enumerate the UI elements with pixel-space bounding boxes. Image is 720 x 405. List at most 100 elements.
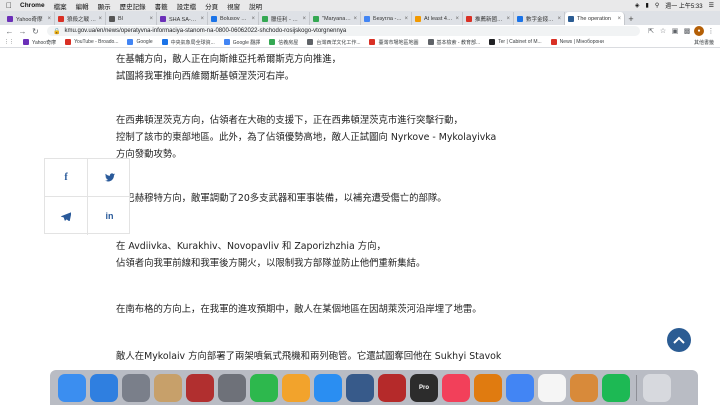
scroll-to-top-button[interactable] [667, 328, 691, 352]
address-url: kmu.gov.ua/en/news/operatyvna-informaciy… [64, 28, 347, 34]
photos-icon[interactable] [538, 373, 566, 402]
linkedin-share-button[interactable]: in [88, 197, 131, 235]
more-menu-icon[interactable]: ⋮ [706, 26, 716, 36]
tab-close-icon[interactable]: × [96, 16, 102, 22]
menu-clock[interactable]: 週一 上午5:33 [665, 1, 702, 10]
browser-tab[interactable]: 臘佳利 - Google× [259, 12, 310, 25]
final-cut-pro-icon[interactable]: Pro [410, 373, 438, 402]
bookmark-item[interactable]: Ter | Cabinet of M... [489, 39, 542, 45]
share-page-icon[interactable]: ⇱ [646, 26, 656, 36]
tab-close-icon[interactable]: × [504, 16, 510, 22]
pages-icon[interactable] [282, 373, 310, 402]
bookmark-favicon-icon [307, 39, 314, 45]
bookmark-item[interactable]: 台灣西洋文化工作... [307, 39, 360, 46]
bookmark-label: Ter | Cabinet of M... [498, 39, 542, 45]
article-page: 在基輔方向，敵人正在向斯維亞托希爾斯克方向推進， 試圖將我軍推向西維爾斯基頓涅茨… [0, 48, 720, 370]
apps-grid-icon[interactable]: ⋮⋮ [4, 39, 14, 45]
bookmark-item[interactable]: Google 翻譯 [223, 39, 260, 46]
menu-bookmarks[interactable]: 書籤 [155, 1, 168, 11]
vlc-icon[interactable] [474, 373, 502, 402]
tab-close-icon[interactable]: × [198, 16, 204, 22]
tab-label: The operation [577, 15, 611, 22]
paintbrush-icon[interactable] [570, 373, 598, 402]
browser-tab[interactable]: 狼殺之戰 2：世× [55, 12, 106, 25]
app-store-icon[interactable] [314, 373, 342, 402]
menu-app-chrome[interactable]: Chrome [20, 2, 45, 9]
tab-close-icon[interactable]: × [615, 16, 621, 22]
control-center-icon[interactable]: ☰ [709, 2, 714, 9]
menu-help[interactable]: 說明 [249, 1, 262, 11]
trash-icon[interactable] [643, 373, 671, 402]
tab-label: Bolusov Plus [220, 15, 250, 22]
photo-booth-red-icon[interactable] [378, 373, 406, 402]
bookmark-favicon-icon [427, 39, 434, 45]
tab-close-icon[interactable]: × [45, 16, 51, 22]
browser-tab[interactable]: The operation × [565, 12, 625, 25]
finder-icon[interactable] [58, 373, 86, 402]
browser-tab[interactable]: At least 4 expl× [412, 12, 463, 25]
bookmark-item[interactable]: YouTube - Broado... [65, 39, 118, 45]
menu-edit[interactable]: 編輯 [76, 1, 89, 11]
bookmark-item[interactable]: 基本檢索 - 教育部... [427, 39, 480, 46]
menu-history[interactable]: 歷史記錄 [120, 1, 146, 11]
menu-view[interactable]: 顯示 [98, 1, 111, 11]
tab-favicon-icon [211, 15, 217, 22]
bookmark-item[interactable]: 信義房屋 [269, 39, 298, 46]
music-icon[interactable] [442, 373, 470, 402]
tab-close-icon[interactable]: × [147, 16, 153, 22]
photo-booth-icon[interactable] [186, 373, 214, 402]
browser-tab[interactable]: Yahoo奇摩 × [4, 12, 55, 25]
new-tab-icon[interactable]: + [625, 12, 637, 25]
menu-window[interactable]: 視窗 [227, 1, 240, 11]
browser-tab[interactable]: SHA SA-伊莎卡× [157, 12, 208, 25]
other-bookmarks-folder[interactable]: 其他書籤 [694, 37, 714, 47]
search-icon[interactable]: ⚲ [655, 2, 659, 9]
tab-close-icon[interactable]: × [402, 16, 408, 22]
menu-file[interactable]: 檔案 [54, 1, 67, 11]
wifi-icon[interactable]: ◈ [635, 2, 640, 9]
bookmark-item[interactable]: 中央氣象局全球資... [161, 39, 215, 46]
chrome-icon[interactable] [506, 373, 534, 402]
apple-icon[interactable]:  [6, 1, 12, 10]
twitter-share-button[interactable] [88, 159, 131, 197]
browser-tab[interactable]: 數字金錢界 202× [514, 12, 565, 25]
address-bar[interactable]: 🔒 kmu.gov.ua/en/news/operatyvna-informac… [47, 26, 640, 36]
facetime-icon[interactable] [250, 373, 278, 402]
bookmark-item[interactable]: Google [127, 39, 153, 45]
lock-icon[interactable]: 🔒 [53, 28, 60, 35]
reload-icon[interactable]: ↻ [30, 26, 41, 37]
system-preferences-icon[interactable] [218, 373, 246, 402]
telegram-share-button[interactable] [45, 197, 88, 235]
back-icon[interactable]: ← [4, 26, 15, 37]
bookmark-favicon-icon [269, 39, 276, 45]
article-paragraph-4: 在 Avdiivka、Kurakhiv、Novopavliv 和 Zaporiz… [116, 241, 426, 269]
tab-close-icon[interactable]: × [249, 16, 255, 22]
google-earth-icon[interactable] [346, 373, 374, 402]
menu-profiles[interactable]: 設定檔 [177, 1, 197, 11]
bookmark-star-icon[interactable]: ☆ [658, 26, 668, 36]
battery-icon[interactable]: ▮ [646, 2, 649, 9]
bookmark-item[interactable]: Yahoo奇摩 [23, 39, 56, 46]
tab-label: Bl [118, 15, 123, 22]
facebook-share-button[interactable]: f [45, 159, 88, 197]
puzzle-icon[interactable]: ▩ [682, 26, 692, 36]
tab-close-icon[interactable]: × [300, 16, 306, 22]
safari-icon[interactable] [90, 373, 118, 402]
browser-tab[interactable]: 推薦新國民報告× [463, 12, 514, 25]
bookmark-item[interactable]: 臺灣市場地區地圖 [369, 39, 419, 46]
profile-avatar[interactable]: ● [694, 26, 704, 36]
tab-close-icon[interactable]: × [453, 16, 459, 22]
spotify-icon[interactable] [602, 373, 630, 402]
menu-tab[interactable]: 分頁 [205, 1, 218, 11]
tab-close-icon[interactable]: × [555, 16, 561, 22]
browser-tab[interactable]: Bl × [106, 12, 157, 25]
browser-tab[interactable]: Bolusov Plus × [208, 12, 259, 25]
preview-icon[interactable] [154, 373, 182, 402]
launchpad-icon[interactable] [122, 373, 150, 402]
bookmark-item[interactable]: News | Міноборони [550, 39, 604, 45]
tab-close-icon[interactable]: × [351, 16, 357, 22]
browser-tab[interactable]: "Maryana Bezuh× [310, 12, 361, 25]
extension-icon[interactable]: ▣ [670, 26, 680, 36]
forward-icon[interactable]: → [17, 26, 28, 37]
browser-tab[interactable]: Безуглa - Goog× [361, 12, 412, 25]
